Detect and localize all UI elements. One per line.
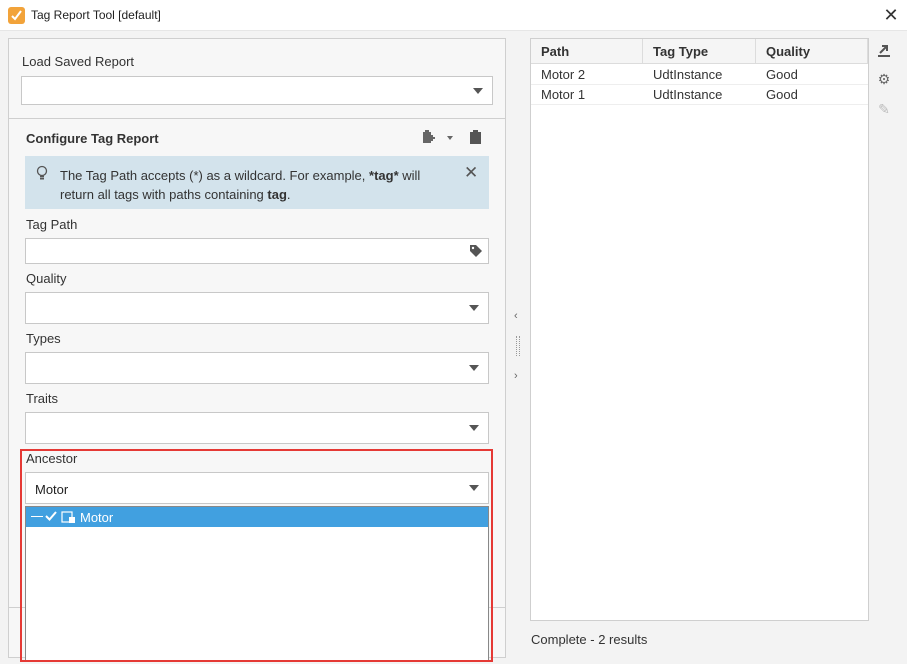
- divider: [9, 118, 505, 119]
- types-dropdown[interactable]: [25, 352, 489, 384]
- traits-dropdown[interactable]: [25, 412, 489, 444]
- app-icon: [8, 7, 25, 24]
- collapse-right-icon[interactable]: ›: [514, 370, 518, 382]
- chevron-down-icon: [469, 425, 479, 431]
- column-header-quality[interactable]: Quality: [756, 39, 868, 64]
- types-label: Types: [26, 331, 61, 346]
- tag-path-input[interactable]: [25, 238, 489, 264]
- highlight-box: [20, 449, 493, 662]
- collapse-left-icon[interactable]: ‹: [514, 310, 518, 322]
- pencil-icon: ✎: [878, 101, 890, 117]
- clipboard-icon[interactable]: [470, 130, 481, 147]
- table-cell[interactable]: UdtInstance: [643, 65, 756, 85]
- chevron-down-icon: [469, 365, 479, 371]
- tag-icon[interactable]: [469, 244, 483, 261]
- results-table: [530, 38, 869, 621]
- table-cell[interactable]: UdtInstance: [643, 85, 756, 105]
- table-cell[interactable]: Good: [756, 65, 868, 85]
- info-text: The Tag Path accepts (*) as a wildcard. …: [60, 168, 421, 202]
- lightbulb-icon: [36, 165, 48, 184]
- gear-icon[interactable]: ⚙: [876, 71, 892, 88]
- column-header-tag-type[interactable]: Tag Type: [643, 39, 756, 64]
- chevron-down-icon: [473, 87, 483, 94]
- load-saved-label: Load Saved Report: [22, 54, 135, 69]
- quality-label: Quality: [26, 271, 67, 286]
- close-icon[interactable]: ✕: [464, 163, 478, 183]
- table-cell[interactable]: Motor 1: [531, 85, 643, 105]
- export-icon[interactable]: [876, 44, 892, 61]
- splitter-handle[interactable]: [516, 336, 520, 356]
- quality-dropdown[interactable]: [25, 292, 489, 324]
- configure-title: Configure Tag Report: [26, 131, 159, 146]
- close-icon[interactable]: ✕: [880, 4, 902, 26]
- paste-icon[interactable]: [422, 130, 435, 147]
- chevron-down-icon[interactable]: [447, 136, 453, 140]
- tag-path-label: Tag Path: [26, 217, 78, 232]
- load-saved-dropdown[interactable]: [21, 76, 493, 105]
- table-cell[interactable]: Good: [756, 85, 868, 105]
- column-header-path[interactable]: Path: [531, 39, 643, 64]
- window-title: Tag Report Tool [default]: [31, 8, 161, 22]
- status-text: Complete - 2 results: [531, 632, 648, 647]
- chevron-down-icon: [469, 305, 479, 311]
- table-cell[interactable]: Motor 2: [531, 65, 643, 85]
- traits-label: Traits: [26, 391, 59, 406]
